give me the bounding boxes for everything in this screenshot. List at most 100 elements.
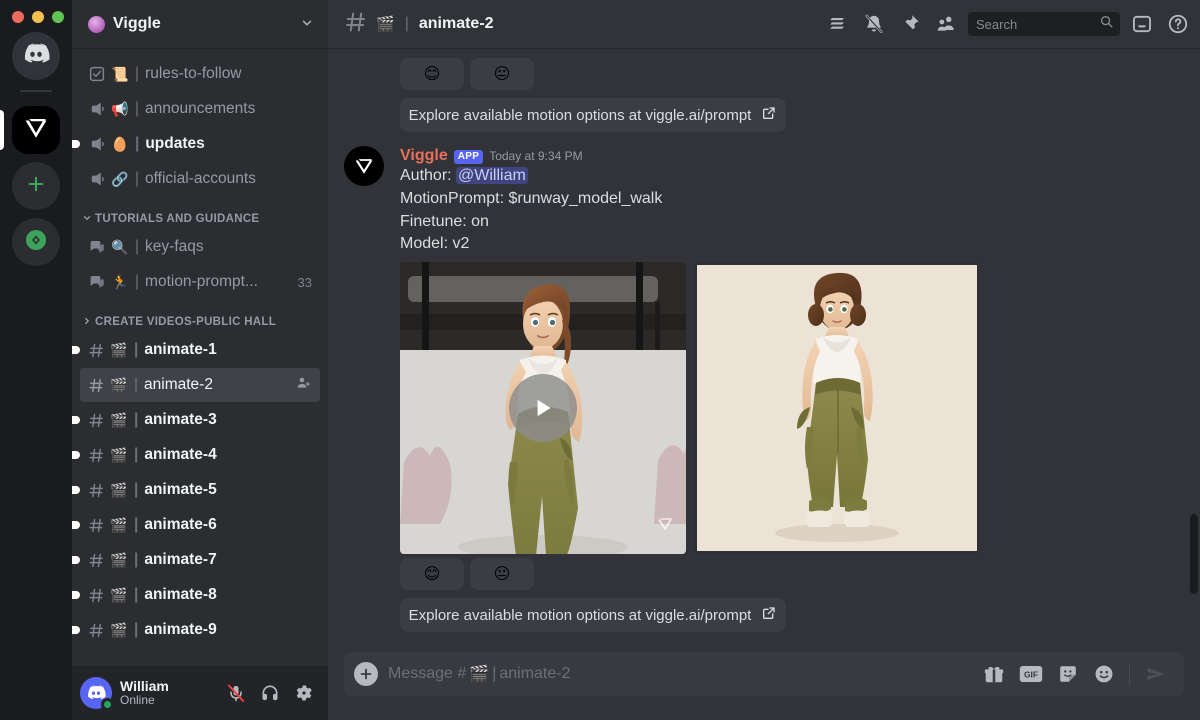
play-button[interactable] — [509, 374, 577, 443]
link-button-label: Explore available motion options at vigg… — [408, 606, 752, 624]
chevron-right-icon — [82, 316, 92, 328]
pin-icon[interactable] — [896, 10, 924, 38]
message-input[interactable]: Message # 🎬 | animate-2 — [388, 664, 973, 684]
user-info[interactable]: William Online — [120, 678, 212, 708]
message-header: Viggle APP Today at 9:34 PM — [400, 146, 1184, 165]
server-rail-item-explore[interactable] — [12, 218, 60, 266]
sidebar-channel-animate-6[interactable]: 🎬 | animate-6 — [72, 508, 320, 542]
close-button[interactable] — [12, 11, 24, 23]
sidebar-channel-key-faqs[interactable]: 🔍 | key-faqs — [80, 230, 320, 264]
composer-icons: GIF — [983, 663, 1168, 685]
page-title: animate-2 — [418, 15, 494, 32]
attachment-generated-video[interactable] — [400, 262, 686, 555]
rules-channel-icon — [88, 65, 106, 83]
message-author[interactable]: Viggle — [400, 146, 448, 165]
viggle-watermark-icon — [654, 513, 676, 540]
attach-file-button[interactable] — [354, 662, 378, 686]
sidebar-channel-label: rules-to-follow — [145, 65, 242, 82]
category-create-videos-public-hall[interactable]: CREATE VIDEOS-PUBLIC HALL — [72, 300, 328, 332]
server-rail-item-add-server[interactable] — [12, 162, 60, 210]
inbox-icon[interactable] — [1128, 10, 1156, 38]
sidebar-channel-official-accounts[interactable]: 🔗 | official-accounts — [80, 162, 320, 196]
sidebar-channel-motion-prompt[interactable]: 🏃 | motion-prompt... 33 — [80, 265, 320, 299]
attachment-source-character[interactable] — [694, 262, 980, 555]
server-verified-badge-icon — [88, 15, 105, 33]
create-invite-icon[interactable] — [296, 375, 312, 396]
sidebar-channel-animate-7[interactable]: 🎬 | animate-7 — [72, 543, 320, 577]
minimize-button[interactable] — [32, 11, 44, 23]
channel-emoji: 🎬 — [110, 551, 128, 568]
mic-muted-icon[interactable] — [220, 677, 252, 709]
channel-separator: | — [135, 238, 140, 255]
explore-motion-options-button[interactable]: Explore available motion options at vigg… — [400, 98, 786, 132]
unread-indicator — [72, 591, 80, 599]
server-header[interactable]: Viggle — [72, 0, 328, 48]
sidebar-channel-updates[interactable]: 🥚 | updates — [72, 127, 320, 161]
server-rail-item-viggle[interactable] — [0, 106, 60, 154]
threads-icon[interactable] — [824, 10, 852, 38]
message-list[interactable]: 😊 😐 Explore available motion options at … — [328, 48, 1200, 652]
user-mention[interactable]: @William — [456, 167, 528, 185]
chevron-down-icon — [82, 213, 92, 225]
sidebar-channel-label: announcements — [145, 100, 256, 117]
sidebar-channel-animate-8[interactable]: 🎬 | animate-8 — [72, 578, 320, 612]
gif-icon[interactable]: GIF — [1019, 664, 1043, 684]
channel-emoji: 🎬 — [110, 411, 128, 428]
channel-separator: | — [134, 446, 139, 463]
reaction-button[interactable]: 😊 — [400, 58, 464, 90]
avatar[interactable] — [344, 146, 384, 186]
server-rail-item-home[interactable] — [12, 32, 60, 80]
headphones-icon[interactable] — [254, 677, 286, 709]
sidebar-channel-animate-5[interactable]: 🎬 | animate-5 — [72, 473, 320, 507]
gift-icon[interactable] — [983, 663, 1005, 685]
send-icon[interactable] — [1144, 663, 1168, 685]
sidebar-channel-rules-to-follow[interactable]: 📜 | rules-to-follow — [80, 57, 320, 91]
message-composer[interactable]: Message # 🎬 | animate-2 GIF — [344, 652, 1184, 696]
external-link-icon — [761, 605, 777, 625]
avatar[interactable] — [80, 677, 114, 711]
emoji-icon[interactable] — [1093, 663, 1115, 685]
message-scrollbar[interactable] — [1190, 514, 1198, 594]
compass-icon — [24, 228, 48, 257]
gear-icon[interactable] — [288, 677, 320, 709]
channel-emoji: 📢 — [111, 100, 129, 117]
previous-message-footer: 😊 😐 Explore available motion options at … — [344, 48, 1184, 132]
server-rail — [0, 0, 72, 720]
user-panel: William Online — [72, 666, 328, 720]
attachment-row — [400, 262, 1184, 555]
active-server-indicator — [0, 110, 4, 150]
sidebar-channel-animate-9[interactable]: 🎬 | animate-9 — [72, 613, 320, 647]
members-icon[interactable] — [932, 10, 960, 38]
channel-emoji: 🎬 — [110, 586, 128, 603]
category-label: CREATE VIDEOS-PUBLIC HALL — [95, 316, 277, 328]
channel-emoji: 🔍 — [111, 238, 129, 255]
unread-count-badge: 33 — [297, 274, 312, 290]
status-badge — [101, 698, 114, 711]
sidebar-channel-announcements[interactable]: 📢 | announcements — [80, 92, 320, 126]
announcement-channel-icon — [88, 100, 106, 118]
text-channel-icon — [88, 482, 105, 499]
sticker-icon[interactable] — [1057, 663, 1079, 685]
search-input[interactable]: Search — [968, 12, 1120, 36]
maximize-button[interactable] — [52, 11, 64, 23]
channel-separator: | — [404, 15, 409, 32]
explore-motion-options-button[interactable]: Explore available motion options at vigg… — [400, 598, 786, 633]
composer-placeholder-prefix: Message # — [388, 665, 467, 682]
sidebar-channel-label: animate-1 — [144, 341, 217, 358]
unread-indicator — [72, 556, 80, 564]
channel-separator: | — [134, 516, 139, 533]
channel-separator: | — [135, 273, 140, 290]
sidebar-channel-animate-1[interactable]: 🎬 | animate-1 — [72, 333, 320, 367]
sidebar-channel-animate-3[interactable]: 🎬 | animate-3 — [72, 403, 320, 437]
help-icon[interactable] — [1164, 10, 1192, 38]
reaction-button[interactable]: 😐 — [470, 58, 534, 90]
category-tutorials-and-guidance[interactable]: TUTORIALS AND GUIDANCE — [72, 197, 328, 229]
channel-emoji: 🎬 — [376, 16, 395, 33]
sidebar-channel-animate-2[interactable]: 🎬 | animate-2 — [80, 368, 320, 402]
reaction-button[interactable]: 😐 — [470, 558, 534, 591]
sidebar-channel-animate-4[interactable]: 🎬 | animate-4 — [72, 438, 320, 472]
bell-muted-icon[interactable] — [860, 10, 888, 38]
reaction-button[interactable]: 😊 — [400, 558, 464, 591]
channel-emoji: 🎬 — [110, 446, 128, 463]
channel-separator: | — [134, 551, 139, 568]
